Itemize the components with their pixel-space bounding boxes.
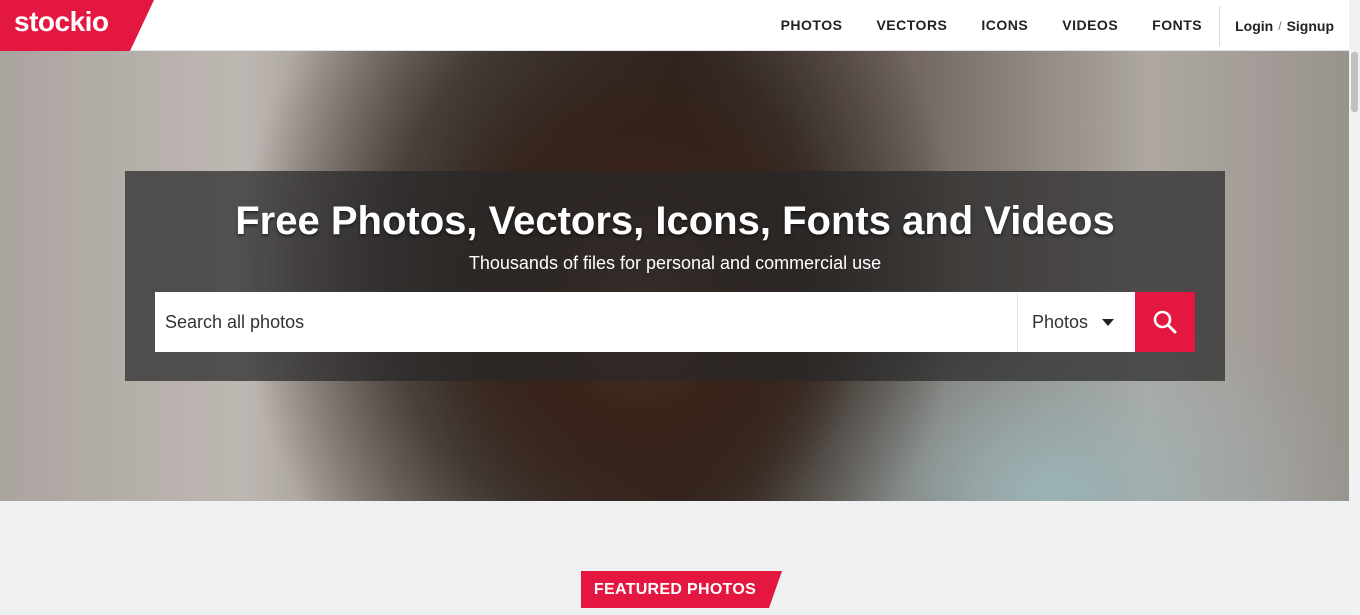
nav-item-videos[interactable]: VIDEOS — [1045, 0, 1135, 51]
search-type-dropdown[interactable]: Photos — [1017, 292, 1135, 352]
logo[interactable]: stockio — [0, 0, 154, 51]
nav-item-icons[interactable]: ICONS — [964, 0, 1045, 51]
auth-links: Login / Signup — [1220, 18, 1349, 34]
nav-item-vectors[interactable]: VECTORS — [859, 0, 964, 51]
page-scrollbar[interactable] — [1349, 0, 1360, 615]
search-bar: Photos — [155, 292, 1195, 352]
hero-section: Free Photos, Vectors, Icons, Fonts and V… — [0, 51, 1349, 501]
hero-subtitle: Thousands of files for personal and comm… — [468, 253, 882, 273]
search-type-value: Photos — [1032, 311, 1089, 332]
search-input[interactable] — [155, 292, 1017, 352]
search-icon — [1153, 310, 1177, 334]
nav-item-fonts[interactable]: FONTS — [1135, 0, 1219, 51]
main-nav: PHOTOS VECTORS ICONS VIDEOS FONTS Login … — [764, 0, 1349, 51]
hero-title: Free Photos, Vectors, Icons, Fonts and V… — [235, 199, 1115, 243]
login-link[interactable]: Login — [1235, 18, 1273, 34]
scrollbar-thumb[interactable] — [1351, 52, 1358, 112]
logo-text: stockio — [14, 6, 109, 37]
site-header: stockio PHOTOS VECTORS ICONS VIDEOS FONT… — [0, 0, 1349, 51]
featured-photos-heading: FEATURED PHOTOS — [581, 571, 782, 608]
search-panel: Free Photos, Vectors, Icons, Fonts and V… — [125, 171, 1225, 381]
signup-link[interactable]: Signup — [1287, 18, 1334, 34]
featured-photos-label: FEATURED PHOTOS — [593, 581, 757, 598]
auth-separator: / — [1278, 18, 1282, 33]
caret-down-icon — [1102, 318, 1115, 326]
search-button[interactable] — [1135, 292, 1195, 352]
nav-item-photos[interactable]: PHOTOS — [764, 0, 860, 51]
